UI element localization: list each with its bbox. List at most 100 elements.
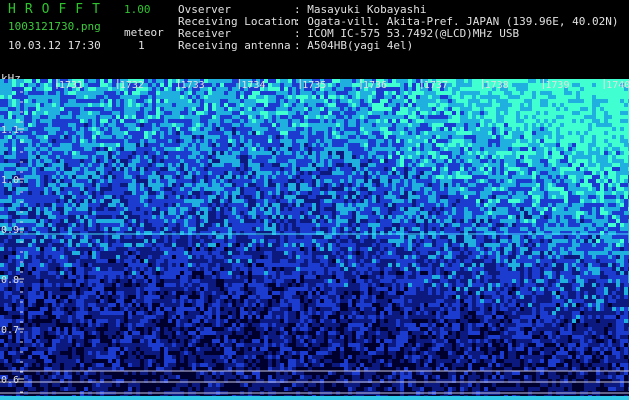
noise-cell [400,107,404,111]
noise-cell [104,95,108,99]
noise-cell [388,147,392,151]
noise-cell [188,147,192,151]
noise-cell [44,191,48,195]
noise-cell [480,131,484,135]
noise-cell [260,91,264,95]
noise-cell [244,123,248,127]
noise-cell [436,199,440,203]
noise-cell [52,107,56,111]
noise-cell [548,167,552,171]
noise-cell [404,135,408,139]
noise-cell [556,171,560,175]
noise-cell [448,167,452,171]
noise-cell [0,79,4,83]
noise-cell [300,131,304,135]
noise-cell [312,99,316,103]
noise-cell [504,147,508,151]
noise-cell [292,95,296,99]
noise-cell [464,79,468,83]
noise-cell [292,159,296,163]
noise-cell [232,159,236,163]
noise-cell [84,147,88,151]
noise-cell [48,135,52,139]
noise-cell [580,83,584,87]
noise-cell [368,171,372,175]
noise-cell [268,111,272,115]
noise-cell [168,151,172,155]
noise-cell [204,151,208,155]
noise-cell [348,187,352,191]
noise-cell [588,119,592,123]
noise-cell [388,95,392,99]
noise-cell [88,179,92,183]
noise-cell [328,187,332,191]
noise-cell [508,199,512,203]
noise-cell [440,119,444,123]
noise-cell [620,111,624,115]
noise-cell [488,131,492,135]
noise-cell [208,115,212,119]
noise-cell [188,199,192,203]
noise-cell [440,147,444,151]
noise-cell [536,95,540,99]
noise-cell [448,83,452,87]
noise-cell [452,155,456,159]
noise-cell [528,171,532,175]
noise-cell [100,143,104,147]
noise-cell [340,107,344,111]
noise-cell [476,87,480,91]
noise-cell [464,107,468,111]
noise-cell [144,79,148,83]
noise-cell [308,175,312,179]
noise-cell [180,187,184,191]
noise-cell [512,107,516,111]
noise-cell [272,87,276,91]
noise-cell [372,131,376,135]
noise-cell [424,99,428,103]
noise-cell [268,119,272,123]
noise-cell [560,147,564,151]
noise-cell [484,171,488,175]
noise-cell [16,199,20,203]
noise-cell [248,91,252,95]
noise-cell [500,127,504,131]
noise-cell [428,115,432,119]
noise-cell [284,111,288,115]
noise-cell [528,79,532,83]
noise-cell [376,131,380,135]
noise-cell [176,195,180,199]
noise-cell [452,123,456,127]
noise-cell [432,103,436,107]
noise-cell [132,163,136,167]
noise-cell [92,131,96,135]
noise-cell [444,119,448,123]
noise-cell [64,135,68,139]
noise-cell [500,163,504,167]
noise-cell [536,147,540,151]
noise-cell [232,107,236,111]
noise-cell [196,139,200,143]
noise-cell [332,143,336,147]
noise-cell [248,111,252,115]
noise-cell [148,103,152,107]
noise-cell [340,199,344,203]
noise-cell [268,187,272,191]
noise-cell [340,111,344,115]
noise-cell [376,183,380,187]
noise-cell [176,183,180,187]
noise-cell [596,183,600,187]
noise-cell [296,95,300,99]
noise-cell [592,175,596,179]
noise-cell [332,195,336,199]
noise-cell [492,127,496,131]
noise-cell [96,143,100,147]
noise-cell [548,151,552,155]
noise-cell [212,107,216,111]
noise-cell [384,99,388,103]
noise-cell [308,155,312,159]
noise-cell [20,135,24,139]
noise-cell [604,191,608,195]
noise-cell [196,195,200,199]
noise-cell [124,151,128,155]
noise-cell [624,199,628,203]
